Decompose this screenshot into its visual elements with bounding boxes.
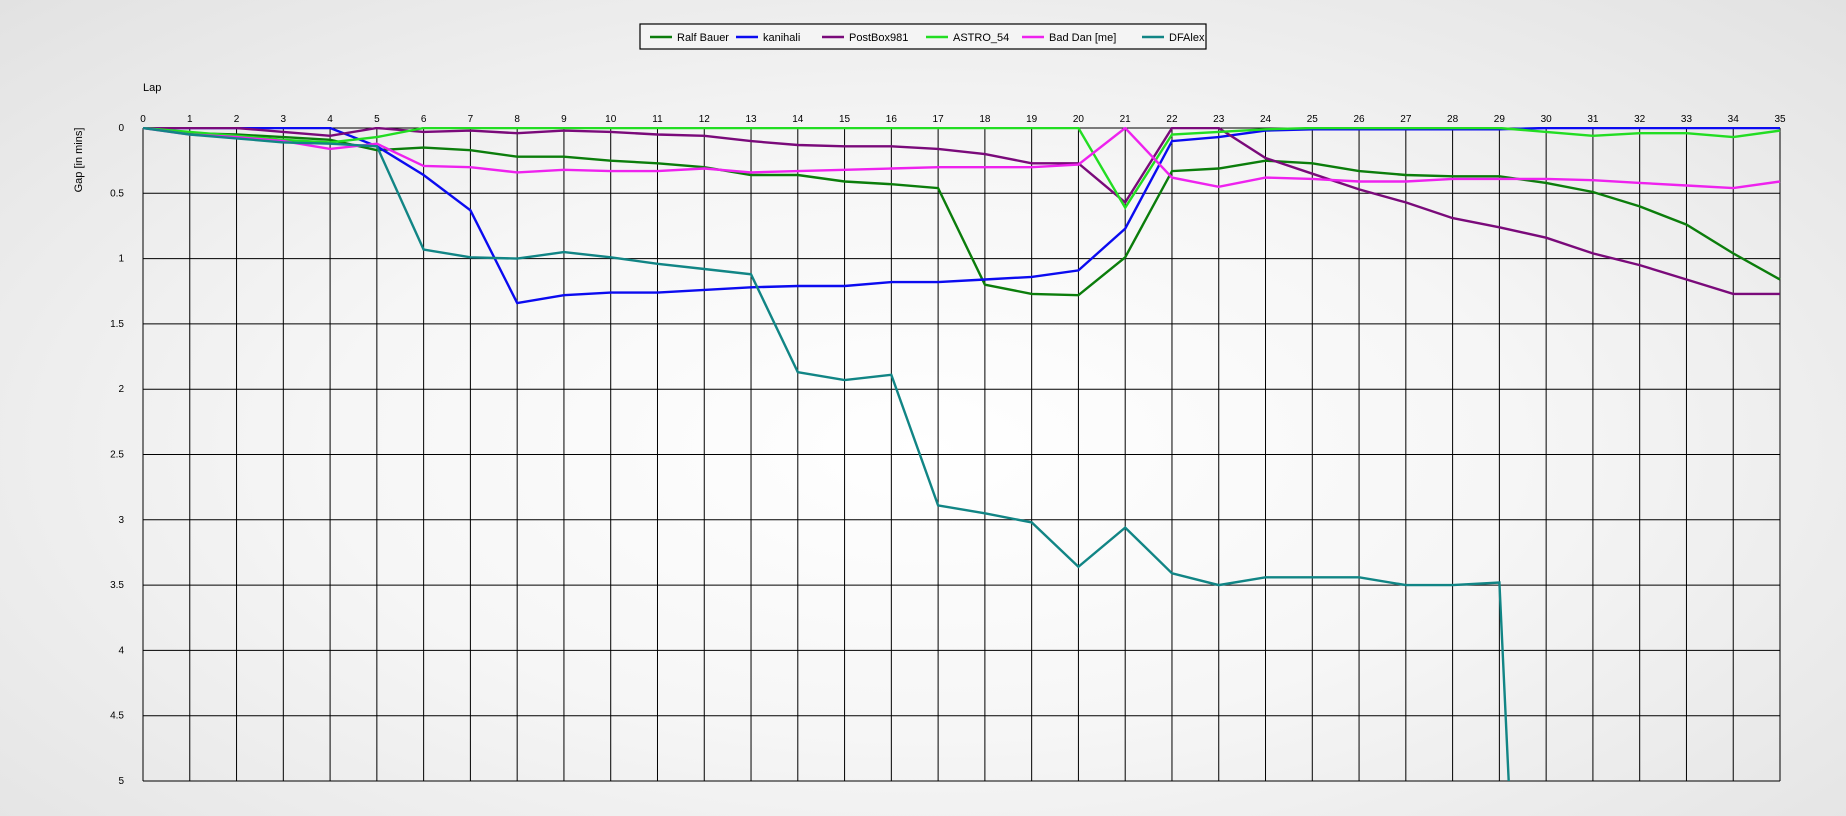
series-line-bad-dan-me: [142, 127, 1781, 190]
x-tick-label: 27: [1400, 114, 1412, 125]
x-tick-label: 29: [1494, 114, 1506, 125]
x-tick-label: 10: [605, 114, 617, 125]
legend-label: Ralf Bauer: [677, 32, 729, 44]
x-tick-label: 9: [561, 114, 567, 125]
x-tick-label: 21: [1120, 114, 1132, 125]
y-tick-label: 5: [118, 776, 124, 787]
x-tick-label: 2: [234, 114, 240, 125]
y-tick-label: 0: [118, 123, 124, 134]
y-tick-label: 2: [118, 384, 124, 395]
y-axis-title: Gap [in mins]: [73, 128, 85, 193]
x-tick-label: 20: [1073, 114, 1085, 125]
x-tick-label: 22: [1166, 114, 1178, 125]
x-tick-label: 31: [1587, 114, 1599, 125]
x-tick-label: 35: [1774, 114, 1786, 125]
x-tick-label: 8: [514, 114, 520, 125]
x-tick-label: 11: [652, 114, 663, 125]
x-tick-label: 24: [1260, 114, 1272, 125]
x-tick-label: 32: [1634, 114, 1646, 125]
x-tick-label: 3: [281, 114, 287, 125]
x-tick-labels: 0 1 2 3 4 5 6 7 8 9 10 11 12 13 14 15 16 17 18 19 20 21 22 23 24…: [140, 114, 1786, 125]
y-tick-label: 1: [118, 254, 124, 265]
x-tick-label: 12: [699, 114, 711, 125]
x-tick-label: 14: [792, 114, 804, 125]
x-tick-label: 6: [421, 114, 427, 125]
y-tick-label: 3.5: [110, 580, 124, 591]
legend-label: kanihali: [763, 32, 800, 44]
x-tick-label: 26: [1353, 114, 1365, 125]
y-tick-label: 3: [118, 515, 124, 526]
x-tick-label: 18: [979, 114, 991, 125]
x-tick-label: 5: [374, 114, 380, 125]
x-tick-label: 13: [745, 114, 757, 125]
y-tick-label: 4.5: [110, 711, 124, 722]
x-tick-label: 19: [1026, 114, 1038, 125]
x-tick-label: 23: [1213, 114, 1225, 125]
x-tick-label: 28: [1447, 114, 1459, 125]
x-tick-label: 15: [839, 114, 851, 125]
y-tick-label: 1.5: [110, 319, 124, 330]
grid: [142, 127, 1781, 782]
y-tick-label: 2.5: [110, 450, 124, 461]
x-tick-label: 4: [327, 114, 333, 125]
legend: Ralf Bauer kanihali PostBox981 ASTRO_54 Bad …: [639, 23, 1207, 50]
x-axis-title: Lap: [143, 82, 161, 94]
x-tick-label: 34: [1728, 114, 1740, 125]
lap-gap-chart: Ralf Bauer kanihali PostBox981 ASTRO_54 Bad …: [73, 23, 1786, 787]
x-tick-label: 25: [1307, 114, 1319, 125]
x-tick-label: 30: [1541, 114, 1553, 125]
x-tick-label: 33: [1681, 114, 1693, 125]
legend-label: Bad Dan [me]: [1049, 32, 1116, 44]
x-tick-label: 16: [886, 114, 898, 125]
y-tick-label: 0.5: [110, 188, 124, 199]
legend-label: ASTRO_54: [953, 32, 1009, 44]
y-tick-labels: 0 0.5 1 1.5 2 2.5 3 3.5 4 4.5 5: [110, 123, 124, 787]
x-tick-label: 1: [187, 114, 193, 125]
x-tick-label: 7: [468, 114, 474, 125]
legend-label: DFAlex: [1169, 32, 1205, 44]
x-tick-label: 0: [140, 114, 146, 125]
x-tick-label: 17: [933, 114, 945, 125]
series-line-kanihali: [143, 127, 1780, 305]
legend-label: PostBox981: [849, 32, 908, 44]
y-tick-label: 4: [118, 645, 124, 656]
